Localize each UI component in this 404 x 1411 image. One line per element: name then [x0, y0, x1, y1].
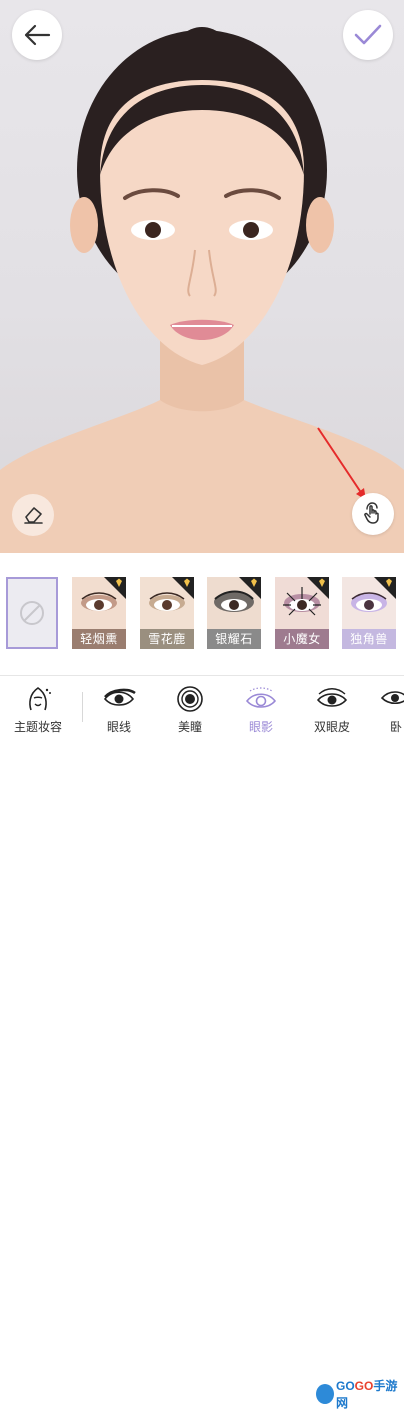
nav-item-eyeliner[interactable]: 眼线 [85, 676, 153, 737]
diamond-icon [386, 578, 392, 587]
eraser-button[interactable] [12, 494, 54, 536]
style-label: 雪花鹿 [140, 629, 194, 649]
makeup-category-nav: 主题妆容 眼线 美瞳 眼影 双眼皮 卧 GOGO手游网 [0, 675, 404, 1410]
nav-item-theme-makeup[interactable]: 主题妆容 [4, 676, 72, 737]
style-label: 轻烟熏 [72, 629, 126, 649]
style-tile[interactable]: 雪花鹿 [140, 577, 194, 649]
nav-item-eyeshadow[interactable]: 眼影 [227, 676, 295, 737]
diamond-icon [319, 578, 325, 587]
nav-label: 眼线 [106, 720, 131, 734]
face-makeup-icon [29, 687, 51, 711]
nav-label: 主题妆容 [13, 720, 62, 734]
nav-item-double-eyelid[interactable]: 双眼皮 [298, 676, 366, 737]
style-label: 小魔女 [275, 629, 329, 649]
watermark-text: GOGO手游网 [336, 1379, 398, 1410]
nav-item-contact-lens[interactable]: 美瞳 [156, 676, 224, 737]
style-tile[interactable]: 轻烟熏 [72, 577, 126, 649]
style-tile[interactable]: 银耀石 [207, 577, 261, 649]
nav-label: 美瞳 [177, 720, 202, 734]
eye-bag-icon [380, 691, 404, 705]
style-none-tile[interactable] [6, 577, 58, 649]
diamond-icon [251, 578, 257, 587]
nav-divider [82, 692, 83, 722]
face-photo [0, 0, 404, 553]
nav-label: 双眼皮 [313, 720, 350, 734]
double-eyelid-icon [316, 688, 348, 707]
nav-label: 眼影 [248, 720, 273, 734]
nav-item-eye-bag[interactable]: 卧 [366, 676, 404, 737]
style-tile[interactable]: 独角兽 [342, 577, 396, 649]
eyeshadow-style-strip: 轻烟熏 雪花鹿 银耀石 小魔女 独角兽 [0, 553, 404, 675]
watermark-logo-icon [316, 1384, 334, 1404]
gogo-watermark: GOGO手游网 [316, 1379, 402, 1410]
style-label: 独角兽 [342, 629, 396, 649]
style-tile[interactable]: 小魔女 [275, 577, 329, 649]
contact-lens-icon [177, 686, 203, 712]
nav-label: 卧 [389, 720, 402, 734]
diamond-icon [116, 578, 122, 587]
eyeliner-icon [103, 688, 136, 706]
checkmark-icon [354, 24, 382, 45]
portrait-illustration [0, 27, 404, 553]
prohibited-icon [20, 601, 44, 625]
hand-touch-icon [364, 502, 379, 524]
gesture-compare-button[interactable] [352, 493, 394, 535]
arrow-left-icon [24, 24, 51, 46]
confirm-button[interactable] [343, 10, 393, 60]
style-label: 银耀石 [207, 629, 261, 649]
eraser-icon [24, 507, 43, 524]
back-button[interactable] [12, 10, 62, 60]
diamond-icon [184, 578, 190, 587]
eyeshadow-icon [245, 687, 277, 708]
